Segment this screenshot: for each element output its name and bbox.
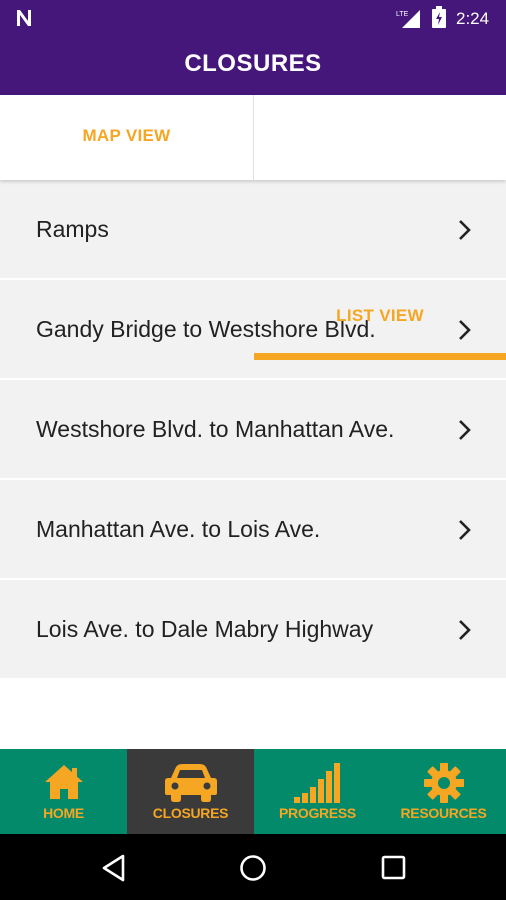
recents-icon[interactable] — [381, 854, 407, 882]
list-item-label: Manhattan Ave. to Lois Ave. — [36, 516, 321, 542]
signal-icon: LTE — [396, 10, 420, 28]
status-time: 2:24 — [456, 9, 490, 28]
list-item[interactable]: Ramps — [0, 180, 506, 280]
nav-home-label: HOME — [43, 805, 84, 821]
nav-closures[interactable]: CLOSURES — [127, 749, 254, 834]
status-bar: LTE 2:24 — [0, 0, 506, 36]
list-item-label: Ramps — [36, 216, 109, 242]
tab-list-view-label: LIST VIEW — [336, 306, 424, 325]
nav-progress[interactable]: PROGRESS — [254, 749, 381, 834]
nav-resources-label: RESOURCES — [400, 805, 487, 821]
back-icon[interactable] — [101, 854, 127, 882]
view-tabs: MAP VIEW LIST VIEW — [0, 95, 506, 360]
list-item-label: Lois Ave. to Dale Mabry Highway — [36, 616, 374, 642]
battery-icon — [432, 6, 446, 28]
system-nav-bar — [0, 834, 506, 900]
nav-resources[interactable]: RESOURCES — [381, 749, 506, 834]
chevron-right-icon — [459, 520, 471, 540]
home-icon — [44, 765, 83, 799]
page-title: CLOSURES — [184, 50, 322, 77]
nav-closures-label: CLOSURES — [152, 805, 229, 821]
progress-bars-icon — [293, 763, 340, 803]
list-item[interactable]: Manhattan Ave. to Lois Ave. — [0, 480, 506, 580]
home-circle-icon[interactable] — [239, 854, 267, 882]
tab-map-view[interactable]: MAP VIEW — [0, 95, 254, 180]
network-type-label: LTE — [396, 11, 409, 18]
gear-icon — [423, 763, 464, 803]
nav-home[interactable]: HOME — [0, 749, 127, 834]
chevron-right-icon — [459, 620, 471, 640]
tab-map-view-label: MAP VIEW — [82, 126, 171, 145]
list-item[interactable]: Lois Ave. to Dale Mabry Highway — [0, 580, 506, 680]
list-item[interactable]: Westshore Blvd. to Manhattan Ave. — [0, 380, 506, 480]
bottom-nav: HOME CLOSURES PROGRESS RESOURCES — [0, 749, 506, 834]
chevron-right-icon — [459, 220, 471, 240]
closures-list: Ramps Gandy Bridge to Westshore Blvd. We… — [0, 180, 506, 680]
car-icon — [164, 764, 217, 802]
chevron-right-icon — [459, 420, 471, 440]
list-item-label: Westshore Blvd. to Manhattan Ave. — [36, 416, 395, 442]
tab-list-view[interactable]: LIST VIEW — [254, 275, 506, 360]
app-bar: CLOSURES — [0, 36, 506, 95]
notification-n-icon — [17, 10, 31, 26]
nav-progress-label: PROGRESS — [279, 805, 356, 821]
tab-selected-indicator — [254, 353, 506, 360]
